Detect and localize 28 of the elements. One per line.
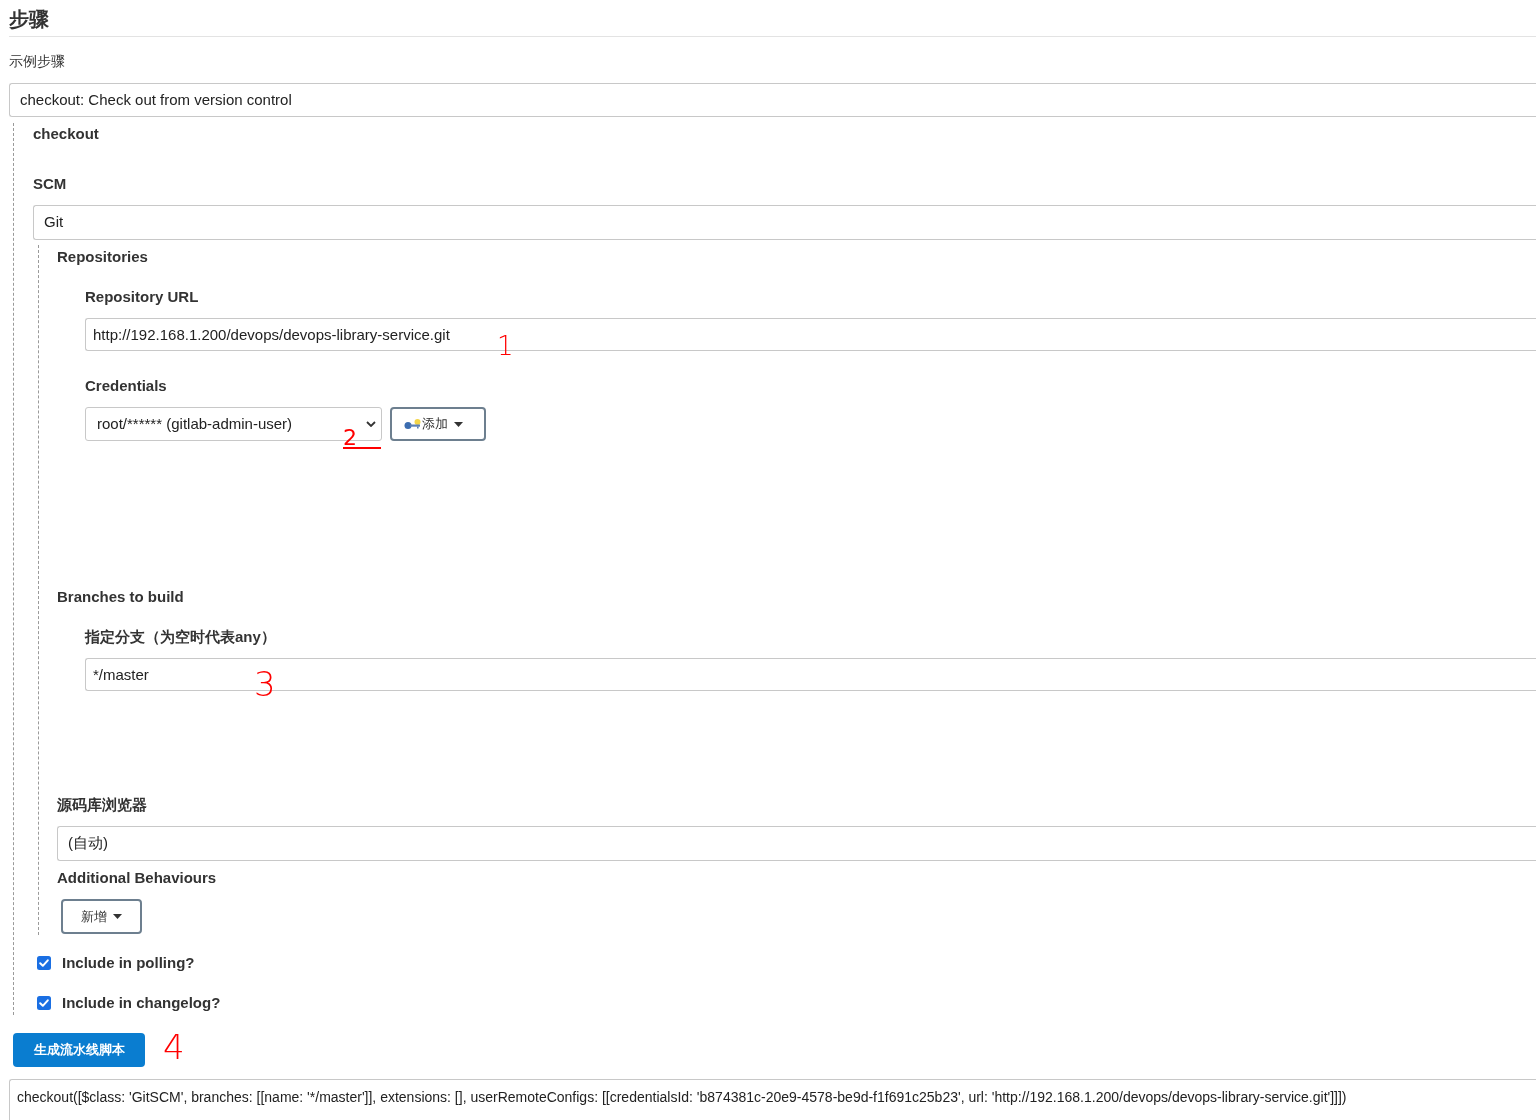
section-heading: 步骤 xyxy=(9,7,49,32)
field-label: Repository URL xyxy=(85,287,199,307)
key-icon xyxy=(404,418,421,430)
field-label: Credentials xyxy=(85,376,167,396)
generate-button[interactable]: 生成流水线脚本 xyxy=(13,1033,145,1067)
browser-select[interactable]: (自动) xyxy=(57,826,1536,861)
caret-icon xyxy=(454,421,463,427)
step-title: checkout xyxy=(33,124,99,144)
section-label: Additional Behaviours xyxy=(57,868,217,888)
add-behaviour-button[interactable]: 新增 xyxy=(61,899,142,934)
section-label: Repositories xyxy=(57,247,148,267)
add-button[interactable]: 添加 xyxy=(390,407,486,441)
checkbox-label: Include in polling? xyxy=(62,953,195,973)
scm-select[interactable]: Git xyxy=(33,205,1536,240)
section-label: Branches to build xyxy=(57,587,184,607)
script-textarea[interactable]: checkout([$class: 'GitSCM', branches: [[name: '*/master']], extensions: [], userRemoteConfigs: [[credentialsId: 'b874381c-20e9-4578-be9d-f1f691c25b23', url: 'http://192.168.1.200/devops/devops-library-service.git']]]) xyxy=(9,1079,1536,1120)
step-select[interactable]: checkout: Check out from version control xyxy=(9,83,1536,117)
handwritten-number: 4 xyxy=(163,1030,185,1064)
caret-icon xyxy=(113,914,122,919)
checkbox[interactable] xyxy=(37,956,51,970)
field-label: SCM xyxy=(33,174,67,194)
handwritten-number: 2 xyxy=(343,428,381,449)
field-label: 源码库浏览器 xyxy=(57,795,147,815)
field-label: 指定分支（为空时代表any） xyxy=(85,627,276,647)
field-label: 示例步骤 xyxy=(9,52,65,71)
checkbox-label: Include in changelog? xyxy=(62,993,221,1013)
chevron-down-icon xyxy=(366,421,376,427)
checkbox[interactable] xyxy=(37,996,51,1010)
